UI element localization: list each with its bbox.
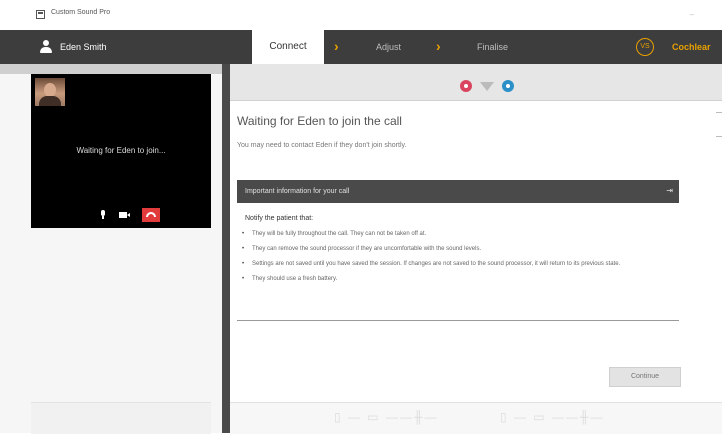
processor-footer-bar [230,402,722,434]
notify-heading: Notify the patient that: [245,215,314,222]
notify-list: They will be fully throughout the call. … [242,230,672,290]
window-titlebar: Custom Sound Pro – [0,0,722,31]
patient-name: Eden Smith [60,42,107,52]
list-item: Settings are not saved until you have sa… [242,260,672,269]
app-icon [36,10,45,19]
side-marker [716,136,722,137]
list-item: They can remove the sound processor if t… [242,245,672,254]
camera-toggle-button[interactable] [117,208,131,221]
collapse-icon[interactable]: ⇥ [666,186,673,195]
info-panel-header[interactable]: Important information for your call ⇥ [237,180,679,203]
audiologist-avatar[interactable]: VS [636,38,654,56]
top-navigation-bar: Eden Smith [0,30,722,64]
sidebar-footer [31,402,211,434]
side-marker [716,112,722,113]
step-finalise[interactable]: Finalise [477,42,508,52]
chevron-right-icon: › [334,38,339,54]
device-status-bar [230,64,722,101]
chevron-right-icon: › [436,38,441,54]
important-info-panel: Important information for your call ⇥ No… [237,180,679,321]
mute-microphone-button[interactable] [96,208,110,221]
brand-logo: Cochlear [672,42,711,52]
processor-diagram-icon: ▯ — ▭ ——╫— [500,410,605,424]
camera-icon [119,212,127,218]
list-item: They should use a fresh battery. [242,275,672,284]
status-indicator-icon [480,82,494,91]
hang-up-icon [146,212,156,217]
user-icon [40,40,52,54]
processor-diagram-icon: ▯ — ▭ ——╫— [334,410,439,424]
right-ear-processor-icon[interactable] [502,80,514,92]
window-title: Custom Sound Pro [51,9,111,16]
list-item: They will be fully throughout the call. … [242,230,672,239]
step-adjust[interactable]: Adjust [376,42,401,52]
end-call-button[interactable] [142,208,160,222]
video-waiting-status: Waiting for Eden to join... [76,146,166,155]
self-view-thumbnail [35,78,65,106]
page-subtitle: You may need to contact Eden if they don… [237,142,407,149]
sidebar-header-strip [0,64,222,74]
minimize-button[interactable]: – [690,10,694,19]
step-connect[interactable]: Connect [252,30,324,64]
page-title: Waiting for Eden to join the call [237,114,402,128]
info-panel-title: Important information for your call [245,188,350,195]
left-ear-processor-icon[interactable] [460,80,472,92]
continue-button[interactable]: Continue [609,367,681,387]
pane-divider[interactable] [222,64,230,433]
